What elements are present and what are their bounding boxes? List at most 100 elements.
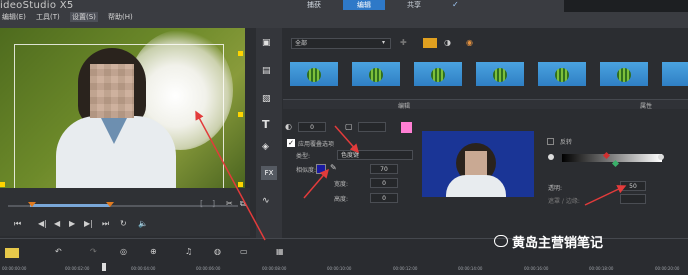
opacity-stepper[interactable]: 0: [298, 122, 326, 132]
tab-edit[interactable]: 编辑: [343, 0, 385, 10]
folder-icon[interactable]: [423, 38, 437, 48]
wechat-icon: [494, 235, 508, 247]
gradient-stop[interactable]: [658, 154, 664, 160]
play-button[interactable]: ▶: [69, 219, 75, 228]
auto-music-icon[interactable]: ♫: [185, 247, 192, 256]
height-stepper[interactable]: 0: [370, 193, 398, 203]
eyedropper-icon[interactable]: ✎: [330, 163, 337, 172]
width-stepper[interactable]: 0: [370, 178, 398, 188]
options-divider: [283, 99, 688, 109]
section-attribute-label: 属性: [640, 103, 653, 110]
volume-button[interactable]: 🔈: [138, 219, 148, 228]
timeline-tick: 00:00:10:00: [327, 266, 352, 271]
invert-checkbox[interactable]: [547, 138, 554, 145]
graphics-icon[interactable]: ◈: [262, 142, 269, 152]
border-color-swatch[interactable]: [401, 122, 412, 133]
playhead[interactable]: [102, 263, 106, 271]
window-controls: [564, 0, 688, 12]
tab-share[interactable]: 共享: [392, 0, 436, 10]
timeline-tick: 00:00:02:00: [65, 266, 90, 271]
library-thumbnail[interactable]: [662, 62, 688, 86]
overlay-options-label: 应用覆叠选项: [298, 141, 335, 148]
subtitle-icon[interactable]: ▭: [240, 247, 248, 256]
menu-settings[interactable]: 设置(S): [70, 12, 98, 22]
multicam-icon[interactable]: ▦: [276, 247, 284, 256]
transition-icon[interactable]: ▧: [262, 94, 271, 104]
overlay-options-checkbox[interactable]: ✓: [287, 139, 295, 147]
library-thumbnail[interactable]: [352, 62, 400, 86]
resize-handle[interactable]: [238, 51, 243, 56]
record-icon[interactable]: ◎: [120, 247, 127, 256]
similarity-stepper[interactable]: 70: [370, 164, 398, 174]
mask-opacity-stepper[interactable]: 50: [620, 181, 646, 191]
timeline-tick: 00:00:00:00: [2, 266, 27, 271]
resize-handle[interactable]: [238, 112, 243, 117]
prev-frame-button[interactable]: ◀|: [38, 219, 47, 228]
watermark-text: 黄岛主营销笔记: [512, 236, 604, 251]
watermelon-icon: [555, 68, 569, 82]
library-thumbnail[interactable]: [290, 62, 338, 86]
trim-start-marker[interactable]: [28, 202, 36, 207]
width-label: 宽度:: [334, 181, 349, 188]
filter-icon[interactable]: FX: [261, 166, 277, 180]
similarity-label: 相似度:: [296, 167, 317, 174]
title-icon[interactable]: T: [262, 118, 270, 131]
copy-icon[interactable]: ⧉: [240, 199, 246, 209]
motion-track-icon[interactable]: ◍: [214, 247, 221, 256]
storyboard-view-icon[interactable]: [5, 248, 19, 258]
opacity-label: 透明:: [548, 185, 563, 192]
chevron-down-icon: ▾: [382, 39, 386, 46]
timeline-tick: 00:00:08:00: [262, 266, 287, 271]
mask-gradient-slider[interactable]: [562, 154, 662, 162]
overlay-bounding-box[interactable]: [14, 44, 224, 188]
undo-icon[interactable]: ↶: [55, 247, 62, 256]
globe-icon[interactable]: ◉: [466, 38, 473, 47]
mixer-icon[interactable]: ⊕: [150, 247, 157, 256]
split-icon[interactable]: ✂: [226, 199, 233, 208]
watermelon-icon: [369, 68, 383, 82]
key-color-swatch[interactable]: [316, 164, 326, 174]
next-frame-button[interactable]: ▶|: [84, 219, 93, 228]
category-select[interactable]: 全部: [291, 38, 391, 49]
library-thumbnail[interactable]: [476, 62, 524, 86]
preview-face: [465, 151, 487, 177]
trim-end-marker[interactable]: [106, 202, 114, 207]
home-button[interactable]: ⏮: [14, 219, 21, 229]
menu-help[interactable]: 帮助(H): [108, 12, 133, 22]
watermelon-icon: [617, 68, 631, 82]
preview-window[interactable]: [0, 28, 245, 188]
mark-out-button[interactable]: ]: [212, 199, 215, 208]
repeat-button[interactable]: ↻: [120, 219, 127, 228]
media-icon[interactable]: ▣: [262, 38, 271, 48]
menu-tools[interactable]: 工具(T): [36, 12, 60, 22]
border-stepper[interactable]: [358, 122, 386, 132]
instant-project-icon[interactable]: ▤: [262, 66, 271, 76]
timeline-tick: 00:00:04:00: [131, 266, 156, 271]
path-icon[interactable]: ∿: [262, 196, 270, 206]
edge-stepper[interactable]: [620, 194, 646, 204]
library-thumbnail[interactable]: [414, 62, 462, 86]
timeline-tick: 00:00:20:00: [655, 266, 680, 271]
height-label: 高度:: [334, 196, 349, 203]
rewind-button[interactable]: ◀: [54, 219, 60, 228]
watermelon-icon: [307, 68, 321, 82]
preview-coat: [446, 175, 506, 197]
add-icon[interactable]: ✚: [400, 38, 407, 47]
resize-handle[interactable]: [238, 182, 243, 187]
mark-in-button[interactable]: [: [200, 199, 203, 208]
resize-handle[interactable]: [0, 182, 5, 187]
end-button[interactable]: ⏭: [102, 219, 109, 229]
watermelon-icon: [493, 68, 507, 82]
menu-edit[interactable]: 编辑(E): [2, 12, 26, 22]
overlay-preview: [422, 131, 534, 197]
audio-icon[interactable]: ◑: [444, 38, 451, 47]
gradient-stop[interactable]: [548, 154, 554, 160]
social-icon[interactable]: ✓: [452, 0, 462, 9]
tab-capture[interactable]: 捕获: [292, 0, 336, 10]
library-thumbnail[interactable]: [600, 62, 648, 86]
redo-icon[interactable]: ↷: [90, 247, 97, 256]
type-label: 类型:: [296, 153, 311, 160]
type-select[interactable]: 色度键: [337, 150, 413, 160]
library-thumbnail[interactable]: [538, 62, 586, 86]
timeline-tick: 00:00:06:00: [196, 266, 221, 271]
